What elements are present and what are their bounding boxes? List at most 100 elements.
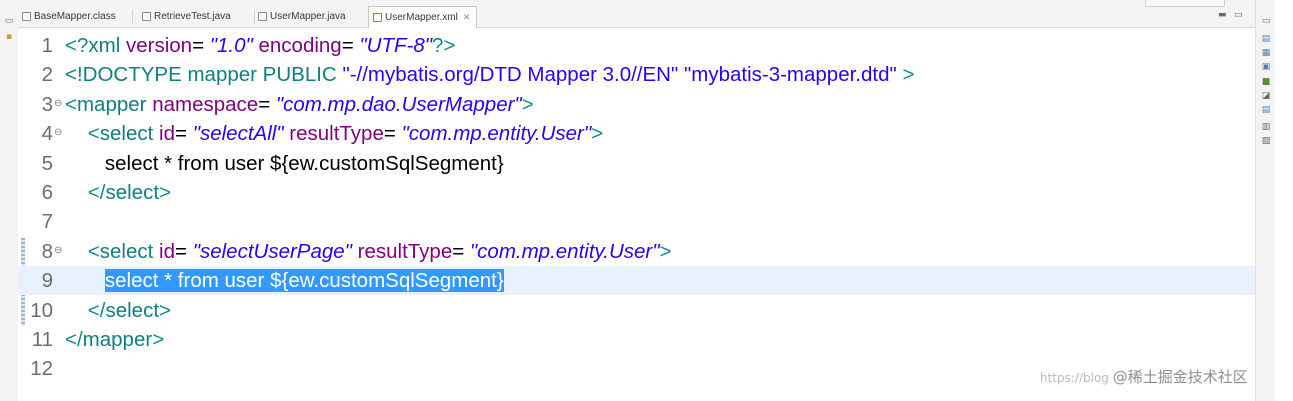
code-token: resultType [289, 122, 384, 146]
line-number: 8 [41, 239, 53, 263]
outline-icon[interactable]: ▤ [1261, 34, 1271, 44]
code-line[interactable]: 5 select * from user ${ew.customSqlSegme… [18, 149, 1255, 178]
tab-label: BaseMapper.class [34, 11, 116, 22]
line-number: 4 [41, 122, 53, 146]
editor-tab-bar: BaseMapper.class RetrieveTest.java UserM… [18, 0, 1255, 28]
code-token: > [159, 181, 172, 204]
code-token: < [87, 122, 100, 146]
code-token: "com.mp.entity.User" [469, 239, 660, 263]
line-number: 2 [41, 63, 53, 87]
right-view-toolbar: ▭ ▤ ▦ ▣ ■ ◪ ▤ ▥ ▧ [1255, 0, 1276, 401]
code-token: > [159, 298, 172, 322]
fold-toggle-icon[interactable]: ⊖ [54, 90, 63, 117]
code-token: "com.mp.entity.User" [401, 122, 592, 146]
line-number: 1 [41, 34, 53, 57]
code-line[interactable]: 2 <!DOCTYPE mapper PUBLIC "-//mybatis.org… [18, 60, 1255, 89]
code-token: > [152, 328, 165, 351]
tab-label: UserMapper.xml [385, 12, 458, 23]
code-line[interactable]: 1 <?xml version= "1.0" encoding= "UTF-8"?… [18, 31, 1255, 60]
code-text: <?xml version= "1.0" encoding= "UTF-8"?> [65, 31, 455, 60]
code-line[interactable]: 3 ⊖ <mapper namespace= "com.mp.dao.UserMap… [18, 90, 1255, 119]
code-token: < [87, 239, 100, 263]
line-number: 5 [41, 151, 53, 175]
class-file-icon [22, 11, 31, 21]
line-number: 6 [41, 181, 53, 204]
code-text: <!DOCTYPE mapper PUBLIC "-//mybatis.org/… [65, 60, 914, 89]
code-text: <mapper namespace= "com.mp.dao.UserMappe… [65, 90, 534, 119]
code-token: > [521, 92, 534, 116]
eclipse-editor-window: ▭ ▪ BaseMapper.class RetrieveTest.java U… [0, 0, 1293, 401]
code-token: = [192, 34, 210, 57]
code-line[interactable]: 8 ⊖ <select id= "selectUserPage" resultTy… [18, 237, 1255, 266]
watermark-url: https://blog [1040, 371, 1109, 385]
task-list-icon[interactable]: ▦ [1261, 48, 1271, 58]
close-tab-icon[interactable]: ✕ [463, 7, 471, 27]
code-text: <select id= "selectAll" resultType= "com… [65, 119, 603, 148]
code-line[interactable]: 6 </select> [18, 178, 1255, 207]
code-text: </select> [65, 178, 171, 207]
properties-icon[interactable]: ▤ [1261, 105, 1271, 115]
code-line[interactable]: 10 </select> [18, 296, 1255, 325]
tab-separator [254, 10, 255, 24]
code-token: xml [88, 34, 121, 57]
code-token: mapper [82, 328, 153, 351]
code-token: > [591, 122, 604, 146]
package-icon[interactable]: ▪ [4, 32, 14, 42]
tab-basemapper-class[interactable]: BaseMapper.class [22, 7, 116, 27]
restore-icon[interactable]: ▭ [1261, 16, 1271, 26]
code-token: = [258, 92, 276, 116]
restore-icon[interactable]: ▭ [4, 16, 14, 26]
code-text: </select> [65, 296, 171, 325]
xml-editor[interactable]: 1 <?xml version= "1.0" encoding= "UTF-8"?… [18, 28, 1255, 401]
line-number: 10 [30, 298, 53, 322]
watermark: https://blog @稀土掘金技术社区 [1040, 366, 1248, 387]
java-file-icon [258, 11, 267, 21]
tab-usermapper-java[interactable]: UserMapper.java [258, 7, 346, 27]
code-token: "com.mp.dao.UserMapper" [275, 92, 522, 116]
code-token: select [105, 298, 160, 322]
code-token: <!DOCTYPE [65, 63, 188, 87]
code-token: "selectUserPage" [192, 239, 352, 263]
code-line[interactable]: 11 </mapper> [18, 325, 1255, 354]
line-number: 3 [41, 92, 53, 116]
problems-icon[interactable]: ◪ [1261, 91, 1271, 101]
xml-file-icon [373, 12, 382, 22]
code-text: <select id= "selectUserPage" resultType=… [65, 237, 672, 266]
code-token: namespace [152, 92, 259, 116]
code-line[interactable]: 4 ⊖ <select id= "selectAll" resultType= "… [18, 119, 1255, 148]
code-line[interactable]: 9 select * from user ${ew.customSqlSegme… [18, 266, 1255, 296]
line-number: 12 [30, 357, 53, 381]
fold-toggle-icon[interactable]: ⊖ [54, 237, 63, 264]
code-token: id [159, 239, 176, 263]
code-token: "selectAll" [192, 122, 284, 146]
search-view-icon[interactable]: ▥ [1261, 122, 1271, 132]
progress-icon[interactable]: ▧ [1261, 136, 1271, 146]
code-token: = [452, 239, 470, 263]
tab-label: UserMapper.java [270, 11, 346, 22]
line-number: 7 [41, 210, 53, 234]
code-token: "1.0" [209, 34, 253, 57]
code-token: </ [87, 298, 106, 322]
code-line[interactable]: 7 [18, 207, 1255, 236]
servers-icon[interactable]: ■ [1261, 77, 1271, 87]
window-edge [1275, 0, 1293, 401]
quick-access-box[interactable] [1145, 0, 1225, 7]
code-token: select [105, 181, 160, 204]
code-token: select [99, 239, 154, 263]
code-text: select * from user ${ew.customSqlSegment… [65, 266, 504, 295]
tab-usermapper-xml[interactable]: UserMapper.xml ✕ [368, 6, 478, 28]
tab-retrievetest-java[interactable]: RetrieveTest.java [142, 7, 231, 27]
line-number: 11 [31, 328, 53, 351]
code-token: encoding [258, 34, 342, 57]
code-token: = [341, 34, 360, 57]
console-icon[interactable]: ▣ [1261, 62, 1271, 72]
maximize-icon[interactable]: ▭ [1234, 9, 1243, 21]
left-view-toolbar: ▭ ▪ [0, 0, 19, 401]
code-token: = [383, 122, 402, 146]
minimize-icon[interactable]: ▬ [1218, 9, 1227, 21]
fold-toggle-icon[interactable]: ⊖ [54, 119, 63, 146]
code-token: "UTF-8" [359, 34, 433, 57]
